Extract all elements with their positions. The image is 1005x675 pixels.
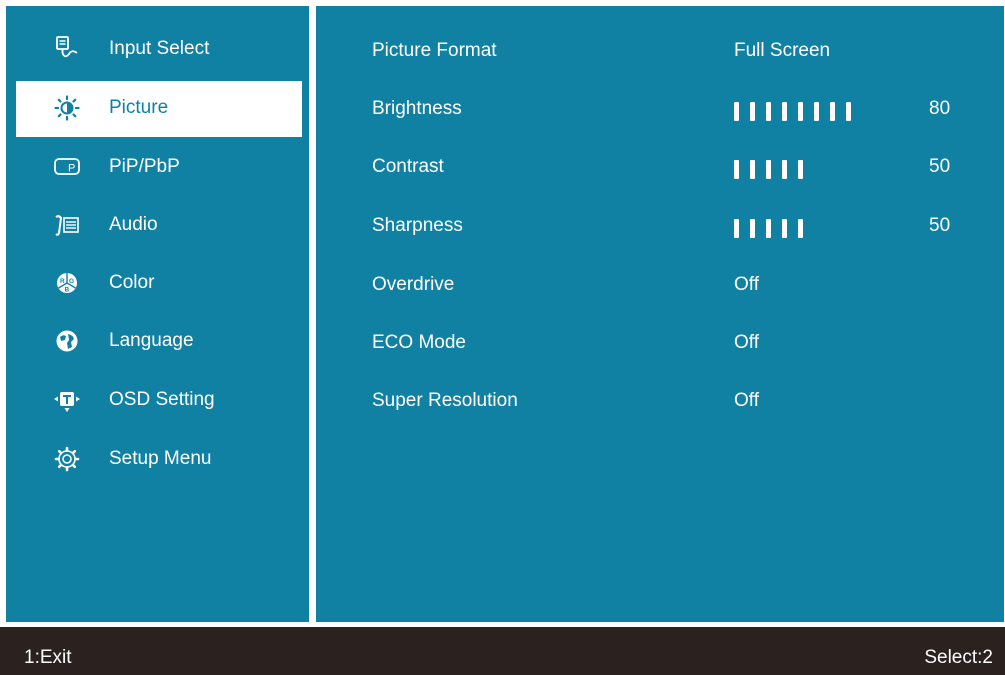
sharpness-level-bar[interactable] <box>734 219 914 239</box>
sidebar-item-label: Input Select <box>109 38 210 59</box>
sidebar-item-audio[interactable]: Audio <box>16 198 302 254</box>
picture-settings-panel: Picture Format Full Screen Brightness 80… <box>316 6 1004 622</box>
color-rgb-icon: R G B <box>54 270 80 296</box>
audio-icon <box>54 212 80 238</box>
brightness-level-bar[interactable] <box>734 102 914 122</box>
pip-icon: P <box>54 154 80 180</box>
input-select-icon <box>54 36 80 62</box>
sidebar-menu: Input Select Picture P PiP/PbP Audio R G… <box>6 6 309 622</box>
setting-value: Full Screen <box>734 40 831 61</box>
svg-text:R: R <box>60 278 65 285</box>
level-segment <box>750 219 755 238</box>
setting-label: Contrast <box>372 156 444 177</box>
setting-row-overdrive[interactable]: Overdrive Off <box>316 266 1004 306</box>
brightness-sun-icon <box>54 95 80 121</box>
exit-hint: 1:Exit <box>24 647 72 668</box>
level-segment <box>782 160 787 179</box>
level-segment <box>766 102 771 121</box>
setting-value: Off <box>734 274 759 295</box>
level-segment <box>798 102 803 121</box>
level-segment <box>798 219 803 238</box>
setting-label: ECO Mode <box>372 332 466 353</box>
level-segment <box>750 102 755 121</box>
select-hint: Select:2 <box>924 647 993 668</box>
level-segment <box>766 160 771 179</box>
setting-label: Brightness <box>372 98 462 119</box>
level-segment <box>782 102 787 121</box>
sidebar-item-label: Audio <box>109 214 158 235</box>
osd-setting-icon <box>54 387 80 413</box>
level-segment <box>734 219 739 238</box>
key-hint-bar: 1:Exit Select:2 <box>0 627 1005 675</box>
setting-label: Super Resolution <box>372 390 518 411</box>
sidebar-item-label: Color <box>109 272 155 293</box>
level-segment <box>734 160 739 179</box>
setting-value: 50 <box>929 215 951 236</box>
sidebar-item-color[interactable]: R G B Color <box>16 256 302 312</box>
level-segment <box>766 219 771 238</box>
level-segment <box>798 160 803 179</box>
setting-row-brightness[interactable]: Brightness 80 <box>316 90 1004 130</box>
svg-text:P: P <box>68 163 75 175</box>
gear-icon <box>54 446 80 472</box>
language-globe-icon <box>54 328 80 354</box>
osd-menu: Input Select Picture P PiP/PbP Audio R G… <box>0 0 1005 675</box>
svg-text:B: B <box>65 287 70 294</box>
setting-value: 80 <box>929 98 951 119</box>
setting-label: Picture Format <box>372 40 497 61</box>
setting-value: 50 <box>929 156 951 177</box>
setting-value: Off <box>734 332 759 353</box>
setting-row-eco-mode[interactable]: ECO Mode Off <box>316 324 1004 364</box>
level-segment <box>830 102 835 121</box>
sidebar-item-setup-menu[interactable]: Setup Menu <box>16 432 302 488</box>
setting-row-picture-format[interactable]: Picture Format Full Screen <box>316 32 1004 72</box>
sidebar-item-picture[interactable]: Picture <box>16 81 302 137</box>
setting-row-super-resolution[interactable]: Super Resolution Off <box>316 382 1004 422</box>
setting-value: Off <box>734 390 759 411</box>
level-segment <box>750 160 755 179</box>
sidebar-item-language[interactable]: Language <box>16 314 302 370</box>
level-segment <box>734 102 739 121</box>
setting-row-contrast[interactable]: Contrast 50 <box>316 148 1004 188</box>
sidebar-item-label: OSD Setting <box>109 389 215 410</box>
sidebar-item-label: Language <box>109 330 194 351</box>
sidebar-item-label: Picture <box>109 97 169 118</box>
setting-label: Overdrive <box>372 274 455 295</box>
level-segment <box>846 102 851 121</box>
sidebar-item-label: PiP/PbP <box>109 156 180 177</box>
sidebar-item-osd-setting[interactable]: OSD Setting <box>16 373 302 429</box>
sidebar-item-label: Setup Menu <box>109 448 212 469</box>
sidebar-item-pip-pbp[interactable]: P PiP/PbP <box>16 140 302 196</box>
level-segment <box>814 102 819 121</box>
setting-label: Sharpness <box>372 215 463 236</box>
sidebar-item-input-select[interactable]: Input Select <box>16 22 302 78</box>
svg-text:G: G <box>69 278 74 285</box>
setting-row-sharpness[interactable]: Sharpness 50 <box>316 207 1004 247</box>
level-segment <box>782 219 787 238</box>
contrast-level-bar[interactable] <box>734 160 914 180</box>
